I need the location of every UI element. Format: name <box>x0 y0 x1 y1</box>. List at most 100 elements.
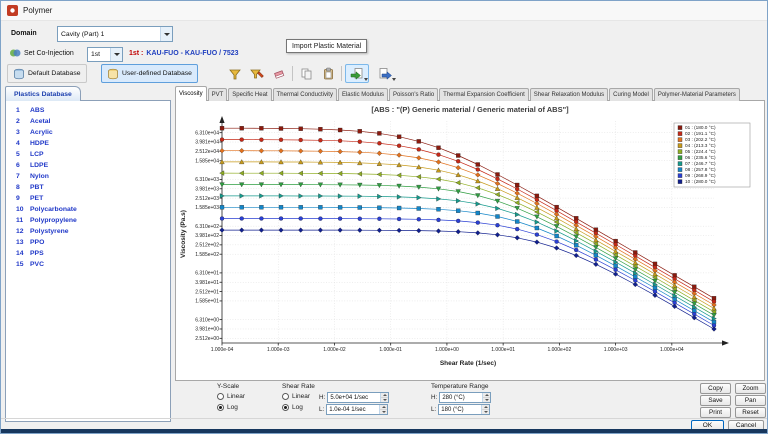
tab-polymer-material-parameters[interactable]: Polymer-Material Parameters <box>654 88 740 101</box>
plastics-item-polycarbonate[interactable]: 10Polycarbonate <box>6 204 170 215</box>
plastics-item-acetal[interactable]: 2Acetal <box>6 116 170 127</box>
print-button[interactable]: Print <box>700 407 731 418</box>
tab-specific-heat[interactable]: Specific Heat <box>228 88 271 101</box>
zoom-button[interactable]: Zoom <box>735 383 766 394</box>
shear-log-radio[interactable]: Log <box>282 404 303 411</box>
plastics-item-ppo[interactable]: 13PPO <box>6 237 170 248</box>
y-scale-log-radio[interactable]: Log <box>217 404 238 411</box>
export-material-button[interactable] <box>373 64 397 83</box>
radio-icon[interactable] <box>217 404 224 411</box>
item-name: Nylon <box>30 173 49 180</box>
dropdown-icon[interactable] <box>110 48 122 61</box>
spinner[interactable] <box>380 393 388 402</box>
user-defined-database-button[interactable]: User-defined Database <box>101 64 198 83</box>
paste-material-button[interactable] <box>318 64 338 83</box>
item-number: 8 <box>16 184 30 191</box>
tab-thermal-expansion-coefficient[interactable]: Thermal Expansion Coefficient <box>439 88 529 101</box>
spin-down-icon[interactable] <box>381 398 388 402</box>
co-injection-slot-select[interactable]: 1st <box>87 47 123 62</box>
co-injection-info-prefix: 1st : <box>129 50 143 57</box>
copy-icon <box>300 67 313 80</box>
series-09 <box>220 217 716 328</box>
plastics-item-lcp[interactable]: 5LCP <box>6 149 170 160</box>
spin-down-icon[interactable] <box>483 398 490 402</box>
radio-icon[interactable] <box>217 393 224 400</box>
spinner[interactable] <box>481 405 489 414</box>
tab-shear-relaxation-modulus[interactable]: Shear Relaxation Modulus <box>530 88 608 101</box>
x-tick-label: 1.000e+03 <box>604 347 628 353</box>
y-tick-label: 3.981e+00 <box>195 327 219 333</box>
series-07 <box>220 194 716 322</box>
radio-icon[interactable] <box>282 404 289 411</box>
dropdown-caret-icon[interactable] <box>392 78 396 81</box>
filter-button[interactable] <box>225 64 245 83</box>
y-tick-label: 6.310e+01 <box>195 271 219 277</box>
default-database-button[interactable]: Default Database <box>7 64 87 83</box>
plastics-database-tab[interactable]: Plastics Database <box>5 86 81 101</box>
shear-log-label: Log <box>292 404 303 411</box>
dropdown-caret-icon[interactable] <box>364 78 368 81</box>
tab-poisson-s-ratio[interactable]: Poisson's Ratio <box>389 88 438 101</box>
legend-swatch <box>678 156 682 160</box>
x-tick-label: 1.000e+00 <box>435 347 459 353</box>
import-tooltip: Import Plastic Material <box>286 39 367 53</box>
spin-down-icon[interactable] <box>482 410 489 414</box>
item-number: 10 <box>16 206 30 213</box>
shear-low-field[interactable]: L: 1.0e-04 1/sec <box>319 404 388 415</box>
x-tick-label: 1.000e+01 <box>491 347 515 353</box>
y-scale-linear-radio[interactable]: Linear <box>217 393 245 400</box>
plastics-item-pvc[interactable]: 15PVC <box>6 259 170 270</box>
legend-swatch <box>678 168 682 172</box>
x-tick-label: 1.000e+02 <box>547 347 571 353</box>
temperature-high-field[interactable]: H: 280 (°C) <box>431 392 491 403</box>
spinner[interactable] <box>482 393 490 402</box>
import-material-button[interactable] <box>345 64 369 83</box>
copy-material-button[interactable] <box>296 64 316 83</box>
tab-pvt[interactable]: PVT <box>208 88 228 101</box>
copy-button[interactable]: Copy <box>700 383 731 394</box>
pan-button[interactable]: Pan <box>735 395 766 406</box>
plastics-item-pps[interactable]: 14PPS <box>6 248 170 259</box>
property-tabs: ViscosityPVTSpecific HeatThermal Conduct… <box>175 86 767 101</box>
shear-high-prefix: H: <box>319 394 325 401</box>
domain-value: Cavity (Part) 1 <box>61 31 104 38</box>
plastics-item-pet[interactable]: 9PET <box>6 193 170 204</box>
tab-elastic-modulus[interactable]: Elastic Modulus <box>338 88 388 101</box>
series-10 <box>220 228 717 332</box>
tab-thermal-conductivity[interactable]: Thermal Conductivity <box>273 88 337 101</box>
item-name: ABS <box>30 107 44 114</box>
plastics-item-polypropylene[interactable]: 11Polypropylene <box>6 215 170 226</box>
plastics-item-polystyrene[interactable]: 12Polystyrene <box>6 226 170 237</box>
filter-icon <box>228 67 242 81</box>
save-button[interactable]: Save <box>700 395 731 406</box>
x-axis-title: Shear Rate (1/sec) <box>440 360 496 367</box>
temperature-low-field[interactable]: L: 180 (°C) <box>431 404 490 415</box>
spin-down-icon[interactable] <box>380 410 387 414</box>
plastics-item-abs[interactable]: 1ABS <box>6 105 170 116</box>
plastics-item-ldpe[interactable]: 6LDPE <box>6 160 170 171</box>
plastics-item-pbt[interactable]: 8PBT <box>6 182 170 193</box>
plastics-item-hdpe[interactable]: 4HDPE <box>6 138 170 149</box>
y-tick-label: 1.585e+01 <box>195 299 219 305</box>
spinner[interactable] <box>379 405 387 414</box>
shear-linear-radio[interactable]: Linear <box>282 393 310 400</box>
domain-select[interactable]: Cavity (Part) 1 <box>57 26 173 42</box>
database-icon <box>13 68 25 80</box>
co-injection-info-text: KAU-FUO - KAU-FUO / 7523 <box>146 50 238 57</box>
dropdown-icon[interactable] <box>160 27 172 41</box>
tab-viscosity[interactable]: Viscosity <box>175 86 207 101</box>
item-number: 13 <box>16 239 30 246</box>
chart-panel: [ABS : "(P) Generic material / Generic m… <box>175 100 765 381</box>
plastics-item-nylon[interactable]: 7Nylon <box>6 171 170 182</box>
shear-high-field[interactable]: H: 5.0e+04 1/sec <box>319 392 389 403</box>
temp-high-prefix: H: <box>431 394 437 401</box>
tab-curing-model[interactable]: Curing Model <box>609 88 653 101</box>
filter-edit-button[interactable] <box>247 64 267 83</box>
reset-button[interactable]: Reset <box>735 407 766 418</box>
eraser-button[interactable] <box>269 64 289 83</box>
plastics-item-acrylic[interactable]: 3Acrylic <box>6 127 170 138</box>
radio-icon[interactable] <box>282 393 289 400</box>
item-number: 9 <box>16 195 30 202</box>
y-tick-label: 6.310e+02 <box>195 224 219 230</box>
y-tick-label: 1.585e+03 <box>195 205 219 211</box>
